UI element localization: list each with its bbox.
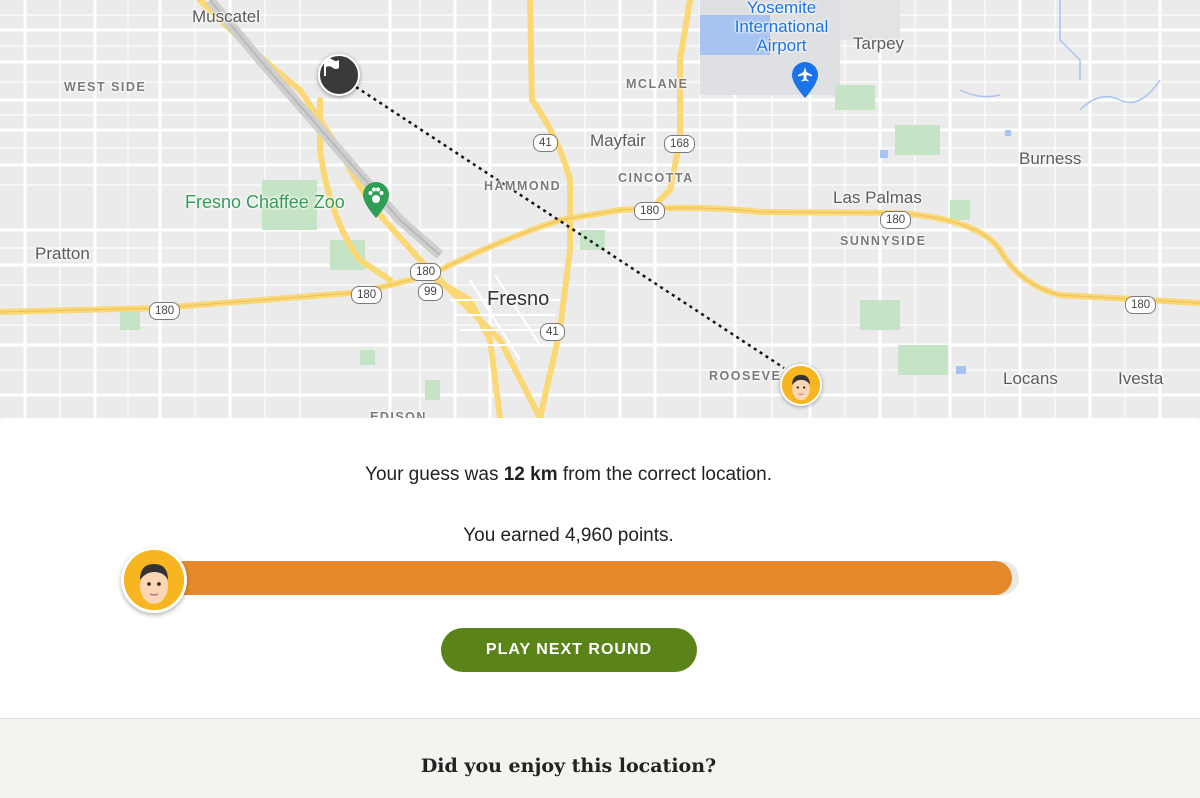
route-shield-180: 180	[351, 286, 383, 304]
points-text: You earned 4,960 points.	[463, 525, 674, 546]
distance-prefix: Your guess was	[365, 464, 499, 485]
flag-icon	[324, 58, 339, 76]
route-shield-180: 180	[634, 202, 666, 220]
map[interactable]: Muscatel WEST SIDE Pratton MCLANE Mayfai…	[0, 0, 1200, 418]
place-label-locans: Locans	[1003, 369, 1058, 388]
poi-label-zoo: Fresno Chaffee Zoo	[185, 192, 345, 212]
district-label-west-side: WEST SIDE	[64, 80, 147, 94]
airport-label-line3: Airport	[756, 36, 807, 55]
route-shield-41: 41	[533, 134, 558, 152]
place-label-tarpey: Tarpey	[853, 34, 905, 53]
place-label-ivesta: Ivesta	[1118, 369, 1164, 388]
route-shield-180: 180	[149, 302, 181, 320]
airplane-icon[interactable]	[790, 60, 820, 100]
guess-marker[interactable]	[780, 364, 822, 406]
distance-text: Your guess was 12 km from the correct lo…	[0, 464, 1137, 486]
map-canvas	[0, 0, 1200, 418]
district-label-sunnyside: SUNNYSIDE	[840, 234, 927, 248]
route-shield-180: 180	[410, 263, 442, 281]
district-label-roosevelt: ROOSEVE	[709, 369, 782, 383]
player-avatar	[121, 547, 187, 613]
poi-label-airport: Yosemite International Airport	[724, 0, 839, 55]
result-panel: Your guess was 12 km from the correct lo…	[0, 418, 1200, 718]
route-shield-168: 168	[664, 135, 696, 153]
place-label-mayfair: Mayfair	[590, 131, 646, 150]
city-label-fresno: Fresno	[487, 288, 550, 310]
route-shield-180: 180	[1125, 296, 1157, 314]
score-progress-fill	[152, 561, 1013, 595]
airport-label-line1: Yosemite	[746, 0, 817, 17]
airport-label-line2: International	[734, 17, 829, 36]
play-next-round-button[interactable]: PLAY NEXT ROUND	[441, 628, 697, 672]
route-shield-99: 99	[418, 283, 443, 301]
place-label-las-palmas: Las Palmas	[833, 188, 922, 207]
route-shield-41: 41	[540, 323, 565, 341]
place-label-muscatel: Muscatel	[192, 7, 261, 26]
distance-suffix: from the correct location.	[562, 464, 772, 485]
player-avatar-icon	[782, 366, 820, 404]
district-label-edison: EDISON	[370, 410, 427, 418]
player-avatar-icon	[124, 550, 184, 610]
district-label-mclane: MCLANE	[626, 77, 689, 91]
score-progress-bar	[152, 561, 1019, 595]
place-label-burness: Burness	[1019, 149, 1082, 168]
district-label-cincotta: CINCOTTA	[618, 171, 694, 185]
paw-icon[interactable]	[361, 180, 391, 220]
district-label-hammond: HAMMOND	[484, 179, 562, 193]
correct-location-marker[interactable]	[318, 54, 360, 96]
distance-value: 12 km	[503, 464, 558, 485]
feedback-question: Did you enjoy this location?	[420, 755, 717, 777]
place-label-pratton: Pratton	[35, 244, 90, 263]
route-shield-180: 180	[880, 211, 912, 229]
